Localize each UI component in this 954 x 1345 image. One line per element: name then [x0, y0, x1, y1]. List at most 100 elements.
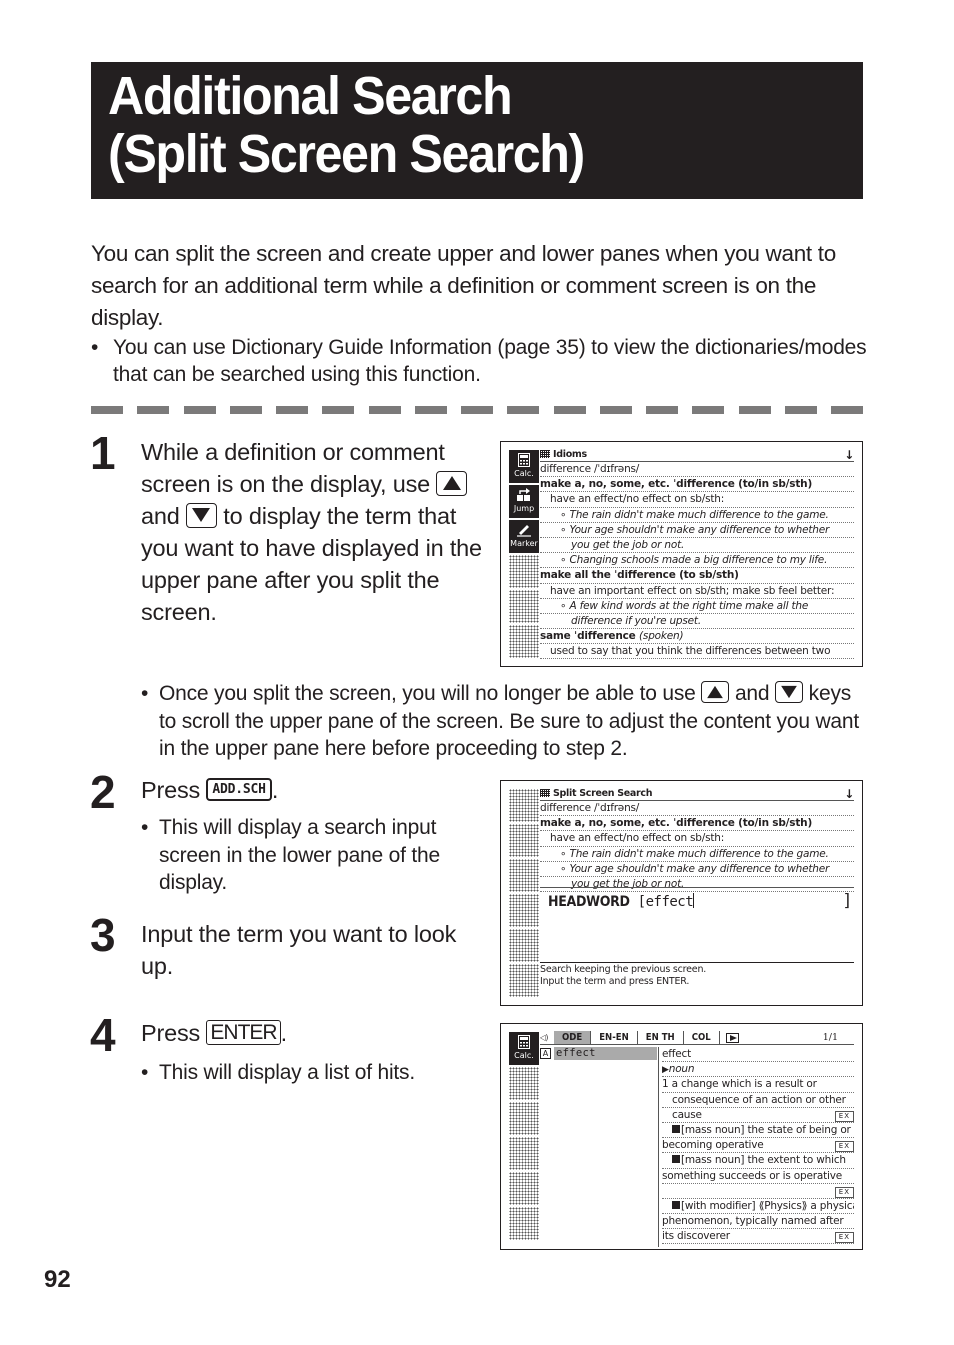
marker-pen-icon	[517, 525, 531, 537]
next-tab-icon[interactable]	[725, 1032, 739, 1043]
down-arrow-key-icon	[185, 503, 217, 529]
lower-pane-input: HEADWORD [effect ]	[540, 887, 854, 911]
bullet-icon: •	[141, 1061, 149, 1084]
entry-row: difference /ˈdɪfrəns/	[540, 801, 854, 817]
sense-square-icon	[672, 1124, 680, 1133]
entry-rows: difference /ˈdɪfrəns/make a, no, some, e…	[540, 801, 854, 893]
tab-col[interactable]: COL	[684, 1031, 720, 1044]
sidebar-empty-slot	[509, 625, 539, 658]
sidebar-empty-slot	[509, 1067, 539, 1100]
audio-icon: ◁)	[540, 1033, 549, 1042]
pos-arrow-icon: ▶	[662, 1065, 669, 1076]
sense-square-icon	[672, 1155, 680, 1164]
definition-row: EX cause	[662, 1108, 854, 1123]
sidebar-empty-slot	[509, 964, 539, 997]
sidebar-empty-slot	[509, 555, 539, 588]
screen-sidebar: Calc.	[509, 1032, 539, 1242]
entry-row: same ˈdifference (spoken)	[540, 629, 854, 645]
definition-row: ▶noun	[662, 1062, 854, 1078]
upper-pane: Split Screen Search ↓ difference /ˈdɪfrən…	[540, 787, 854, 893]
entry-rows: difference /ˈdɪfrəns/make a, no, some, e…	[540, 462, 854, 660]
calc-button[interactable]: Calc.	[509, 450, 539, 483]
example-button[interactable]: EX	[834, 1141, 854, 1153]
sidebar-empty-slot	[509, 929, 539, 962]
entry-row: ∘ Your age shouldn't make any difference…	[540, 523, 854, 538]
example-button[interactable]: EX	[834, 1232, 854, 1244]
sidebar-empty-slot	[509, 1137, 539, 1170]
screen-sidebar	[509, 789, 539, 999]
entry-row: make a, no, some, etc. ˈdifference (to/i…	[540, 816, 854, 832]
step-2-text: Press ADD.SCH.	[141, 777, 279, 803]
step-2-note: • This will display a search input screen…	[141, 816, 440, 894]
sidebar-empty-slot	[509, 789, 539, 822]
headword-value[interactable]: effect	[646, 894, 694, 910]
entry-row: ∘ The rain didn't make much difference t…	[540, 508, 854, 523]
definition-row: [mass noun] the state of being or	[662, 1123, 854, 1139]
sense-square-icon	[672, 1200, 680, 1209]
screen-header: Idioms ↓	[540, 448, 854, 462]
down-arrow-key-icon	[775, 681, 804, 704]
sidebar-empty-slot	[509, 1207, 539, 1240]
entry-row: ∘ A few kind words at the right time mak…	[540, 599, 854, 614]
dictionary-icon	[540, 789, 550, 797]
input-guide: Search keeping the previous screen. Inpu…	[540, 962, 854, 988]
step-4-text: Press ENTER.	[141, 1020, 287, 1046]
page-number: 92	[44, 1266, 71, 1293]
screen-sidebar: Calc. Jump Marker	[509, 450, 539, 660]
screen-header: Split Screen Search ↓	[540, 787, 854, 801]
page-title-line-1: Additional Search	[108, 66, 513, 126]
entry-row: make a, no, some, etc. ˈdifference (to/i…	[540, 477, 854, 493]
calculator-icon	[518, 453, 530, 467]
dictionary-icon	[540, 450, 550, 458]
tab-en-en[interactable]: EN-EN	[591, 1031, 638, 1044]
add-sch-key: ADD.SCH	[206, 778, 272, 802]
entry-row: ∘ Your age shouldn't make any difference…	[540, 862, 854, 877]
screen-content: ◁) ODE EN-EN EN TH COL 1/1 A effect effe…	[540, 1031, 854, 1247]
jump-icon	[517, 488, 530, 501]
bullet-icon: •	[141, 682, 149, 705]
screen-content: Idioms ↓ difference /ˈdɪfrəns/make a, no,…	[540, 448, 854, 660]
enter-key: ENTER	[206, 1020, 281, 1046]
intro-note: • You can use Dictionary Guide Informatio…	[91, 334, 871, 388]
entry-row: have an effect/no effect on sb/sth:	[540, 492, 854, 508]
entry-row: have an important effect on sb/sth; make…	[540, 584, 854, 599]
example-button[interactable]: EX	[834, 1186, 854, 1198]
hit-marker-icon: A	[540, 1048, 551, 1059]
example-button[interactable]: EX	[834, 1110, 854, 1122]
lcd-screen-idioms: Calc. Jump Marker Idioms ↓ difference /ˈd…	[500, 441, 863, 667]
step-1-note: • Once you split the screen, you will no…	[141, 681, 860, 760]
calc-button[interactable]: Calc.	[509, 1032, 539, 1065]
definition-row: phenomenon, typically named after	[662, 1214, 854, 1230]
sidebar-empty-slot	[509, 590, 539, 623]
definition-preview: effect ▶noun 1 a change which is a result …	[658, 1047, 854, 1247]
definition-row: EX becoming operative	[662, 1138, 854, 1154]
step-1-text: While a definition or comment screen is …	[141, 439, 482, 625]
definition-row: [with modifier] ⟪Physics⟫ a physical	[662, 1199, 854, 1215]
intro-section: You can split the screen and create uppe…	[91, 238, 871, 388]
section-divider	[91, 406, 863, 414]
hit-item[interactable]: effect	[554, 1047, 657, 1060]
dictionary-tabs: ◁) ODE EN-EN EN TH COL 1/1	[540, 1031, 854, 1045]
sidebar-empty-slot	[509, 894, 539, 927]
entry-row: make all the ˈdifference (to sb/sth)	[540, 568, 854, 584]
page-title-line-2: (Split Screen Search)	[108, 124, 585, 184]
jump-button[interactable]: Jump	[509, 485, 539, 518]
tab-en-th[interactable]: EN TH	[638, 1031, 684, 1044]
step-1-number: 1	[90, 427, 116, 479]
scroll-down-icon: ↓	[844, 787, 854, 801]
page-title-block: Additional Search (Split Screen Search)	[91, 62, 863, 199]
tab-ode[interactable]: ODE	[554, 1031, 592, 1044]
marker-button[interactable]: Marker	[509, 520, 539, 553]
headword-input[interactable]: HEADWORD [effect ]	[540, 888, 854, 911]
intro-text: You can split the screen and create uppe…	[91, 241, 836, 330]
definition-row: consequence of an action or other	[662, 1093, 854, 1108]
hit-list: A effect	[540, 1047, 657, 1060]
sidebar-empty-slot	[509, 859, 539, 892]
definition-row: 1 a change which is a result or	[662, 1077, 854, 1093]
definition-row: something succeeds or is operative	[662, 1169, 854, 1184]
up-arrow-key-icon	[701, 681, 730, 704]
entry-row: ∘ The rain didn't make much difference t…	[540, 847, 854, 862]
lcd-screen-hit-list: Calc. ◁) ODE EN-EN EN TH COL 1/1 A effec…	[500, 1023, 863, 1250]
sidebar-empty-slot	[509, 1102, 539, 1135]
entry-row: difference if you're upset.	[540, 614, 854, 630]
